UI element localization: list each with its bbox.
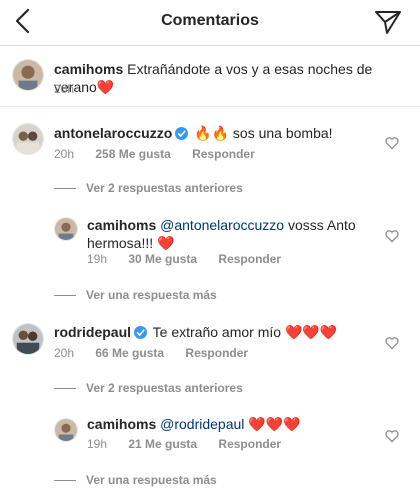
comment-time: 20h	[54, 147, 75, 161]
page-title: Comentarios	[161, 12, 259, 29]
divider-line	[54, 188, 76, 190]
comment-meta: 20h 258 Me gusta Responder	[54, 147, 273, 161]
header: Comentarios	[0, 0, 420, 44]
reply-button[interactable]: Responder	[185, 346, 248, 360]
avatar[interactable]	[12, 323, 44, 355]
header-divider	[0, 45, 420, 46]
comment-time: 20h	[54, 346, 75, 360]
reply-time: 19h	[87, 252, 108, 266]
view-more-replies-label: Ver una respuesta más	[86, 288, 217, 302]
like-button[interactable]	[385, 229, 399, 243]
comment-emoji: 🔥🔥	[194, 125, 230, 141]
reply-button[interactable]: Responder	[192, 147, 255, 161]
divider-line	[54, 480, 76, 482]
view-more-replies-label: Ver una respuesta más	[86, 473, 217, 487]
reply-text: camihoms @antonelaroccuzzo vosss Anto he…	[87, 216, 367, 252]
verified-badge-icon	[175, 127, 189, 140]
reply-likes[interactable]: 21 Me gusta	[128, 437, 197, 451]
caption-username[interactable]: camihoms	[54, 61, 123, 77]
comment-username[interactable]: rodridepaul	[54, 324, 131, 340]
comment-emoji: ❤️❤️❤️	[284, 324, 338, 340]
reply-emoji: ❤️❤️❤️	[248, 416, 301, 432]
caption-time: 20h	[54, 82, 75, 96]
avatar[interactable]	[54, 418, 78, 442]
reply-button[interactable]: Responder	[218, 252, 281, 266]
comment-meta: 20h 66 Me gusta Responder	[54, 346, 266, 360]
reply-mention[interactable]: @antonelaroccuzzo	[160, 217, 284, 233]
avatar[interactable]	[12, 59, 44, 91]
reply-time: 19h	[87, 437, 108, 451]
reply-username[interactable]: camihoms	[87, 217, 156, 233]
comment-username[interactable]: antonelaroccuzzo	[54, 125, 172, 141]
view-previous-replies[interactable]: Ver 2 respuestas anteriores	[54, 381, 243, 395]
view-more-replies[interactable]: Ver una respuesta más	[54, 473, 217, 487]
reply-button[interactable]: Responder	[218, 437, 281, 451]
comment-likes[interactable]: 66 Me gusta	[95, 346, 164, 360]
view-previous-replies[interactable]: Ver 2 respuestas anteriores	[54, 181, 243, 195]
verified-badge-icon	[134, 326, 148, 339]
like-button[interactable]	[385, 429, 399, 443]
comment-body: sos una bomba!	[232, 125, 333, 141]
avatar[interactable]	[54, 217, 78, 241]
comment-body: Te extraño amor mío	[152, 324, 282, 340]
caption-meta: 20h	[54, 82, 92, 96]
view-more-replies[interactable]: Ver una respuesta más	[54, 288, 217, 302]
reply-body: vosss Anto	[287, 217, 356, 233]
divider-line	[54, 295, 76, 297]
caption-text: camihoms Extrañándote a vos y a esas noc…	[54, 60, 404, 96]
avatar[interactable]	[12, 123, 44, 155]
reply-mention[interactable]: @rodridepaul	[160, 416, 244, 432]
caption-divider	[0, 106, 420, 107]
reply-meta: 19h 21 Me gusta Responder	[87, 437, 299, 451]
reply-meta: 19h 30 Me gusta Responder	[87, 252, 299, 266]
reply-likes[interactable]: 30 Me gusta	[128, 252, 197, 266]
heart-outline-icon	[385, 430, 399, 443]
like-button[interactable]	[385, 136, 399, 150]
avatar-image	[13, 324, 43, 354]
avatar-image	[55, 218, 77, 240]
reply-username[interactable]: camihoms	[87, 416, 156, 432]
comment-likes[interactable]: 258 Me gusta	[95, 147, 170, 161]
divider-line	[54, 388, 76, 390]
reply-text: camihoms @rodridepaul ❤️❤️❤️	[87, 415, 367, 433]
view-previous-replies-label: Ver 2 respuestas anteriores	[86, 181, 243, 195]
heart-outline-icon	[385, 137, 399, 150]
paper-plane-icon	[375, 11, 401, 34]
comment-text: rodridepaul Te extraño amor mío ❤️❤️❤️	[54, 323, 374, 341]
caption-emoji: ❤️	[96, 79, 115, 95]
heart-outline-icon	[385, 230, 399, 243]
like-button[interactable]	[385, 336, 399, 350]
reply-emoji: ❤️	[157, 235, 175, 251]
avatar-image	[55, 419, 77, 441]
reply-body-line-2: hermosa!!!	[87, 235, 154, 251]
comment-text: antonelaroccuzzo 🔥🔥 sos una bomba!	[54, 124, 374, 142]
send-button[interactable]	[374, 9, 402, 35]
view-previous-replies-label: Ver 2 respuestas anteriores	[86, 381, 243, 395]
heart-outline-icon	[385, 337, 399, 350]
avatar-image	[13, 60, 43, 90]
avatar-image	[13, 124, 43, 154]
